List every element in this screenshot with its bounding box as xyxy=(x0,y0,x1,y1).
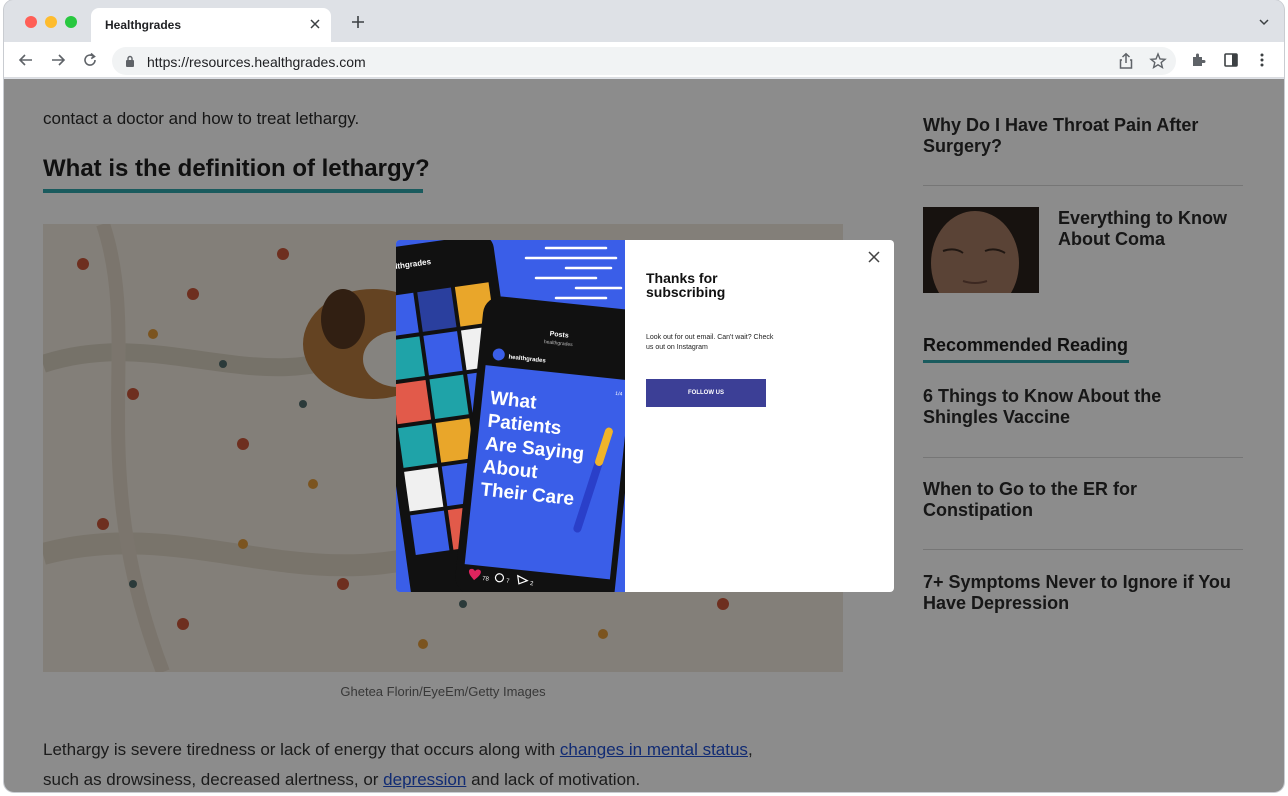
chevron-down-icon[interactable] xyxy=(1258,17,1270,27)
likes-count: 78 xyxy=(482,576,490,583)
extensions-icon[interactable] xyxy=(1190,51,1208,69)
tab-strip: Healthgrades xyxy=(4,0,1284,42)
share-icon[interactable] xyxy=(1117,52,1135,70)
url-text: https://resources.healthgrades.com xyxy=(147,54,366,70)
minimize-window-button[interactable] xyxy=(45,16,57,28)
more-menu-icon[interactable] xyxy=(1253,51,1271,69)
follow-us-button[interactable]: FOLLOW US xyxy=(646,379,766,407)
bookmark-star-icon[interactable] xyxy=(1149,52,1167,70)
close-window-button[interactable] xyxy=(25,16,37,28)
subscribe-confirmation-modal: healthgrades Posts healthgrades healthgr… xyxy=(396,240,894,592)
reload-icon[interactable] xyxy=(81,51,99,69)
browser-window: Healthgrades https://resources.healthgra… xyxy=(4,0,1284,792)
close-icon[interactable] xyxy=(866,249,882,265)
post-counter: 1/4 xyxy=(615,391,623,398)
browser-tab[interactable]: Healthgrades xyxy=(91,8,331,42)
side-panel-icon[interactable] xyxy=(1222,51,1240,69)
back-arrow-icon[interactable] xyxy=(17,51,35,69)
browser-toolbar: https://resources.healthgrades.com xyxy=(4,42,1284,78)
phone-mockup-illustration: healthgrades Posts healthgrades healthgr… xyxy=(396,240,625,592)
new-tab-icon[interactable] xyxy=(350,14,366,30)
maximize-window-button[interactable] xyxy=(65,16,77,28)
forward-arrow-icon[interactable] xyxy=(49,51,67,69)
page-viewport: contact a doctor and how to treat lethar… xyxy=(4,79,1284,792)
lock-icon[interactable] xyxy=(124,54,136,68)
close-icon[interactable] xyxy=(307,16,323,32)
tab-title: Healthgrades xyxy=(105,18,182,32)
address-bar[interactable]: https://resources.healthgrades.com xyxy=(112,47,1176,75)
modal-description: Look out for out email. Can't wait? Chec… xyxy=(646,334,774,351)
modal-title: Thanks for subscribing xyxy=(646,270,726,300)
instagram-promo-art: healthgrades Posts healthgrades healthgr… xyxy=(396,240,625,592)
